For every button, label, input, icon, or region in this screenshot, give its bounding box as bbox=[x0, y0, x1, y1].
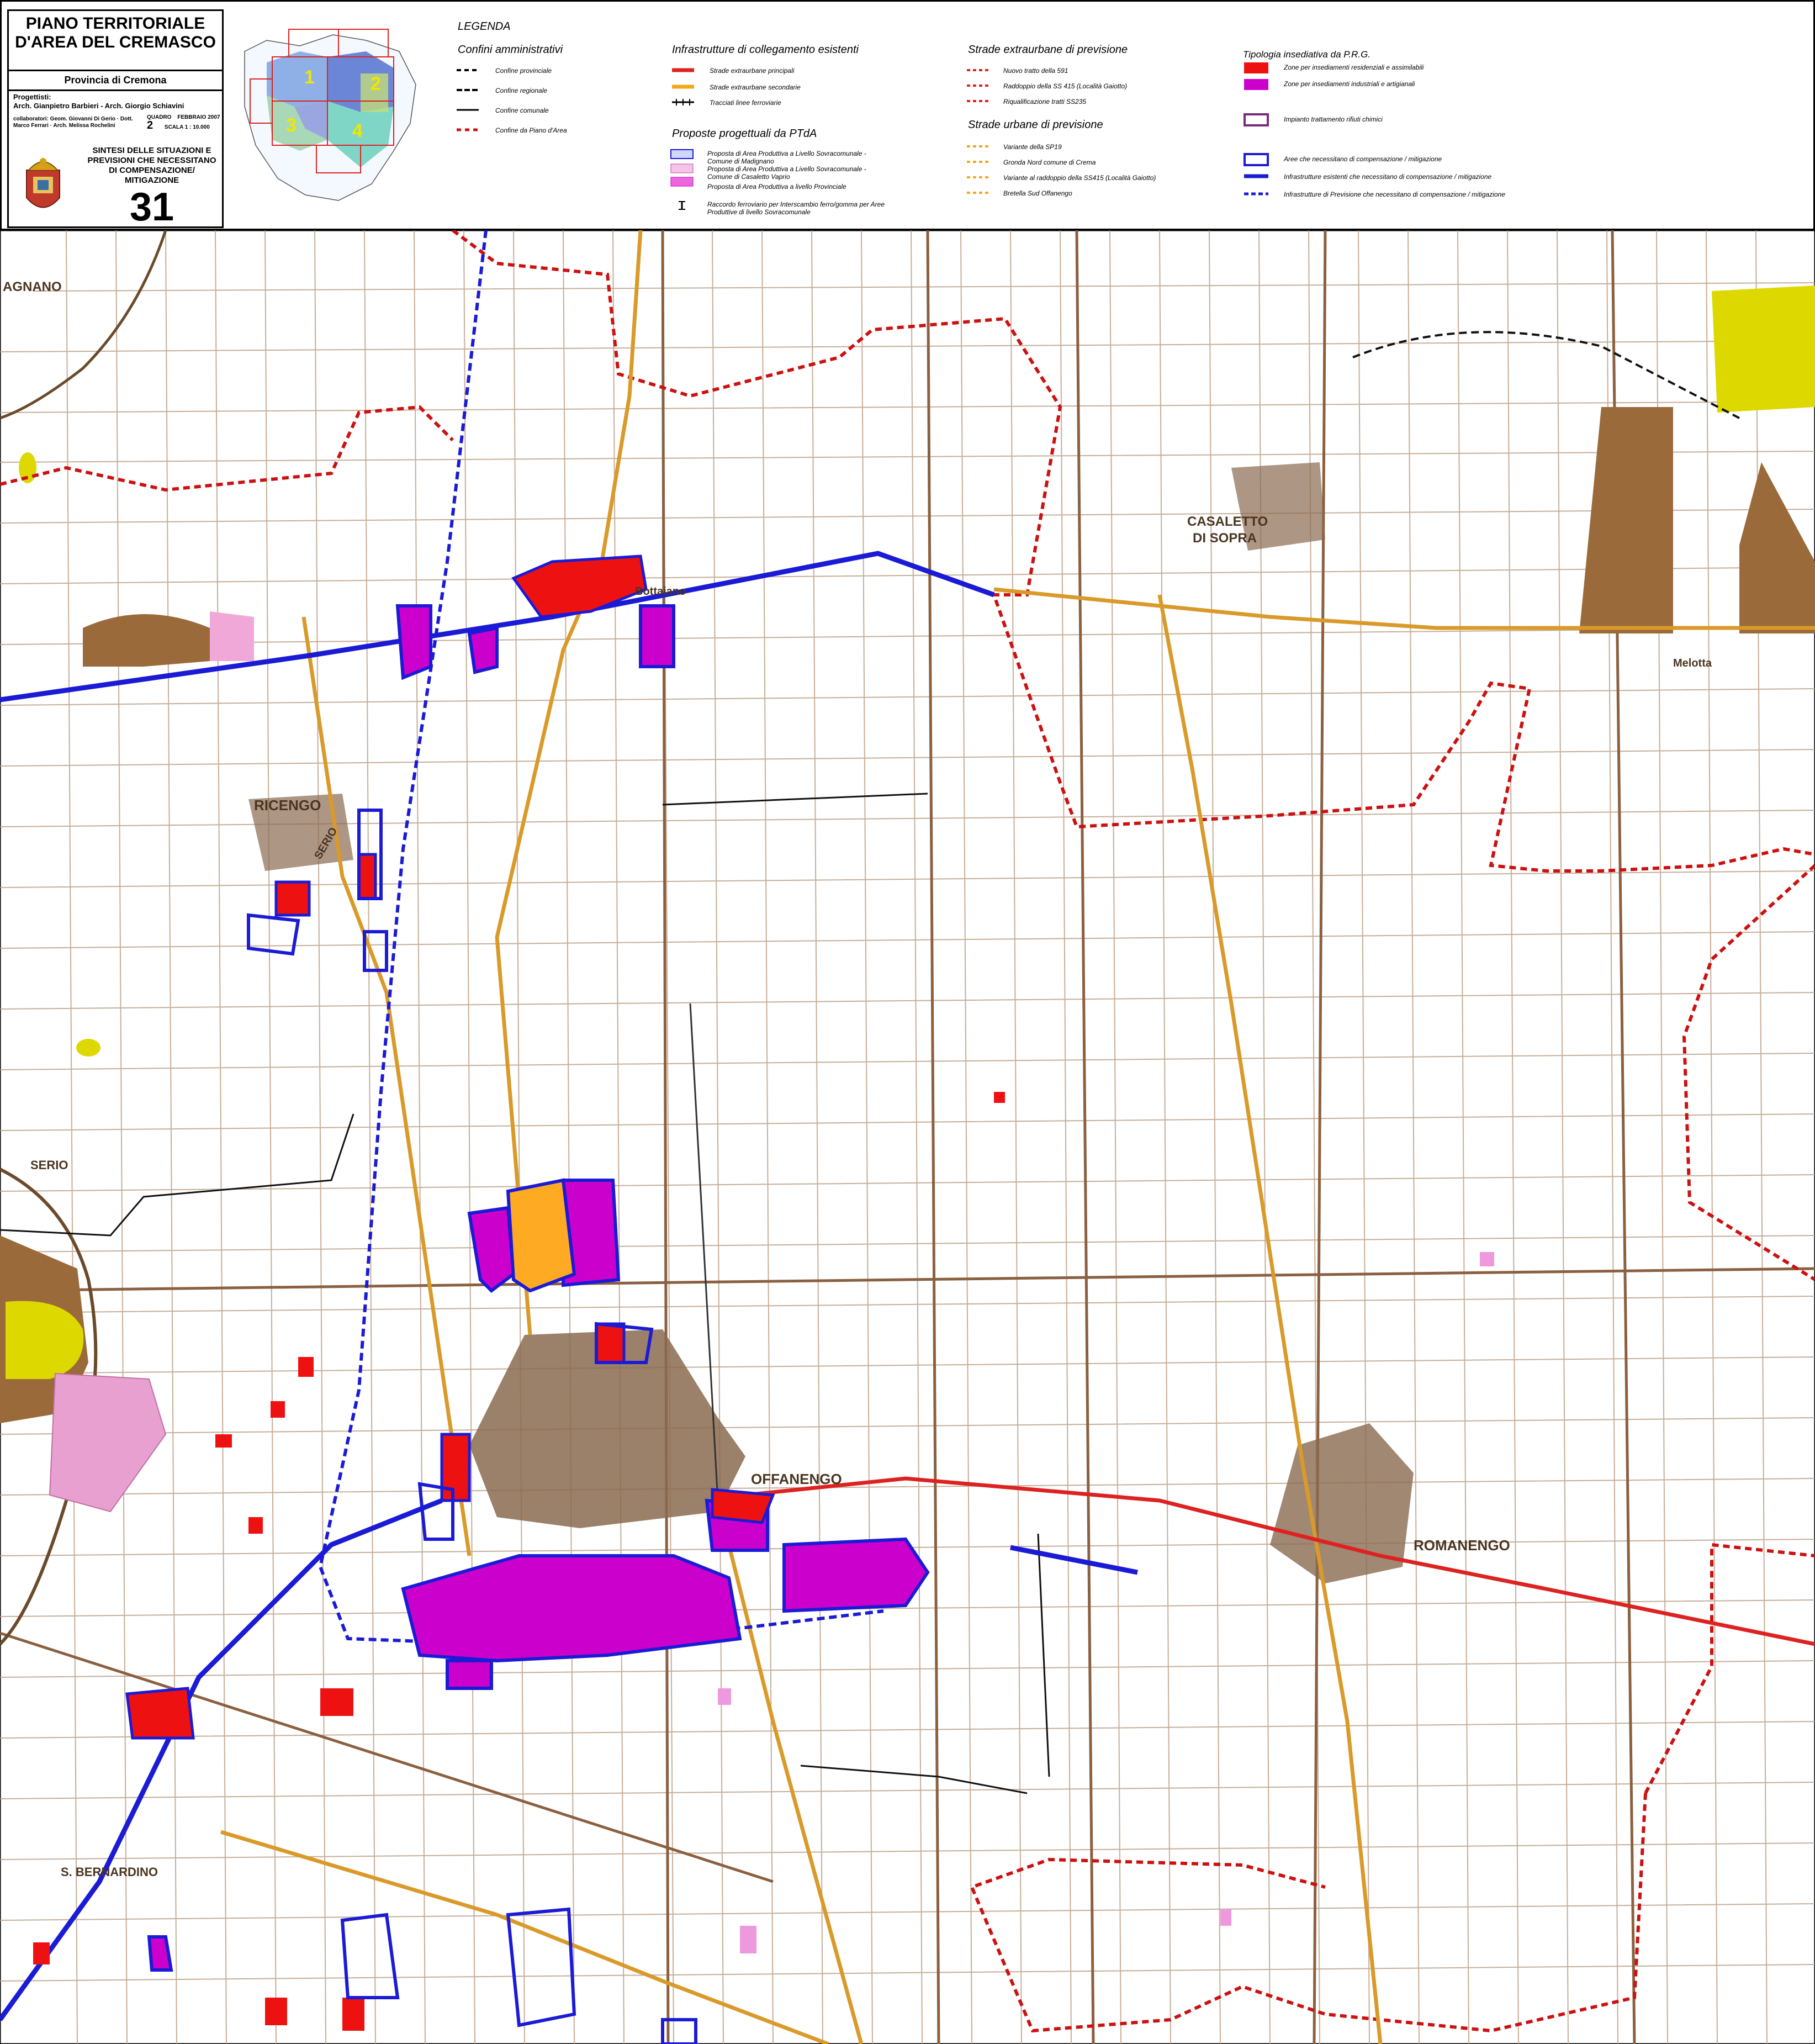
quadro-value: 2 bbox=[147, 119, 154, 131]
yellow-area-northeast bbox=[1712, 286, 1815, 413]
map-sheet: PIANO TERRITORIALE D'AREA DEL CREMASCO P… bbox=[0, 0, 1815, 2044]
label-bottaiano: Bottaiano bbox=[635, 585, 686, 598]
legend-urbane-previsione-swatches bbox=[967, 145, 989, 194]
label-s-bernardino: S. BERNARDINO bbox=[61, 1865, 158, 1879]
yellow-area-small-2 bbox=[76, 1039, 100, 1057]
legend-item-riqualificazione: Riqualificazione tratti SS235 bbox=[1003, 98, 1087, 105]
legend-item-variante-sp19: Variante della SP19 bbox=[1003, 143, 1062, 151]
subtitle-line-1: SINTESI DELLE SITUAZIONI E bbox=[92, 146, 211, 155]
label-ricengo: RICENGO bbox=[254, 797, 321, 814]
province-label: Provincia di Cremona bbox=[9, 70, 222, 91]
legend-item-strade-principali: Strade extraurbane principali bbox=[710, 67, 795, 75]
title-line-2: D'AREA DEL CREMASCO bbox=[15, 33, 216, 51]
legend-item-proposta-provinciale: Proposta di Area Produttiva a livello Pr… bbox=[707, 183, 846, 191]
legend-item-zone-residenziali: Zone per insediamenti residenziali e ass… bbox=[1284, 64, 1424, 71]
subtitle-line-2: PREVISIONI CHE NECESSITANO bbox=[87, 156, 216, 165]
legend-infrastrutture-swatches bbox=[672, 68, 694, 105]
legend-item-confine-comunale: Confine comunale bbox=[495, 107, 549, 114]
legend-item-bretella-sud: Bretella Sud Offanengo bbox=[1003, 189, 1072, 197]
key-map: 1 2 3 4 bbox=[244, 29, 416, 201]
legend-item-raccordo-ferroviario: Raccordo ferroviario per Interscambio fe… bbox=[707, 200, 885, 216]
pink-area-north bbox=[210, 611, 254, 661]
quadrant-4-label: 4 bbox=[352, 120, 363, 141]
quadrant-3-label: 3 bbox=[286, 115, 297, 136]
quadro-block: QUADRO FEBBRAIO 2007 2 SCALA 1 : 10.000 bbox=[147, 114, 220, 131]
subtitle-line-3: DI COMPENSAZIONE/ bbox=[109, 166, 195, 175]
label-melotta: Melotta bbox=[1673, 657, 1712, 669]
label-romanengo: ROMANENGO bbox=[1414, 1537, 1510, 1554]
legend-confini-swatches bbox=[457, 69, 479, 131]
legend-item-impianto-rifiuti: Impianto trattamento rifiuti chimici bbox=[1284, 115, 1383, 123]
legend-item-proposta-casaletto: Proposta di Area Produttiva a Livello So… bbox=[707, 165, 866, 181]
label-madignano: AGNANO bbox=[3, 279, 62, 294]
proposal-area-madignano bbox=[506, 1178, 576, 1293]
sheet-number: 31 bbox=[129, 185, 174, 229]
label-offanengo: OFFANENGO bbox=[751, 1471, 842, 1487]
legend-proposte-swatches bbox=[670, 149, 694, 210]
sheet-header: PIANO TERRITORIALE D'AREA DEL CREMASCO P… bbox=[0, 0, 1815, 230]
legend-item-proposta-madignano: Proposta di Area Produttiva a Livello So… bbox=[707, 150, 866, 165]
coat-of-arms-icon bbox=[26, 158, 60, 208]
legend-tipologia-swatches bbox=[1243, 62, 1269, 196]
sheet-subtitle: SINTESI DELLE SITUAZIONI E PREVISIONI CH… bbox=[81, 146, 223, 186]
quarry-area-west bbox=[83, 614, 210, 667]
legend-item-aree-compensazione: Aree che necessitano di compensazione / … bbox=[1284, 155, 1442, 163]
legend-item-confine-piano: Confine da Piano d'Area bbox=[495, 126, 567, 134]
legend-item-raddoppio-ss415: Raddoppio della SS 415 (Località Gaiotto… bbox=[1003, 82, 1128, 90]
legend-item-gronda-nord: Gronda Nord comune di Crema bbox=[1003, 159, 1096, 166]
designers-block: Progettisti: Arch. Gianpietro Barbieri -… bbox=[13, 93, 184, 110]
legend-item-ferrovie: Tracciati linee ferroviarie bbox=[710, 99, 781, 107]
quadrant-1-label: 1 bbox=[304, 67, 315, 88]
label-casaletto-line-2: DI SOPRA bbox=[1193, 531, 1257, 546]
legend-proposte-title: Proposte progettuali da PTdA bbox=[672, 128, 817, 140]
legend-infrastrutture-title: Infrastrutture di collegamento esistenti bbox=[672, 44, 859, 56]
legend-item-confine-provinciale: Confine provinciale bbox=[495, 67, 552, 75]
legend-extraurbane-previsione-swatches bbox=[967, 69, 989, 102]
date-label: FEBBRAIO 2007 bbox=[177, 114, 220, 120]
designers-label: Progettisti: bbox=[13, 93, 51, 101]
legend-item-zone-industriali: Zone per insediamenti industriali e arti… bbox=[1284, 80, 1415, 88]
legend-extraurbane-previsione-title: Strade extraurbane di previsione bbox=[968, 44, 1128, 56]
subtitle-line-4: MITIGAZIONE bbox=[124, 176, 179, 185]
scale-label: SCALA 1 : 10.000 bbox=[164, 124, 210, 130]
quadrant-2-label: 2 bbox=[371, 73, 381, 94]
legend-item-infrastrutture-previsione: Infrastrutture di Previsione che necessi… bbox=[1284, 191, 1505, 198]
legend-item-strade-secondarie: Strade extraurbane secondarie bbox=[710, 83, 801, 91]
legend-item-variante-raddoppio: Variante al raddoppio della SS415 (Local… bbox=[1003, 174, 1156, 182]
legend-item-confine-regionale: Confine regionale bbox=[495, 87, 548, 94]
title-line-1: PIANO TERRITORIALE bbox=[25, 14, 205, 33]
label-casaletto-line-1: CASALETTO bbox=[1187, 514, 1268, 529]
legend-tipologia-title: Tipologia insediativa da P.R.G. bbox=[1243, 49, 1371, 60]
sheet-title: PIANO TERRITORIALE D'AREA DEL CREMASCO bbox=[9, 14, 222, 52]
legend-urbane-previsione-title: Strade urbane di previsione bbox=[968, 119, 1103, 131]
map-area: RICENGO OFFANENGO ROMANENGO CASALETTO DI… bbox=[0, 230, 1815, 2044]
legend-confini-title: Confini amministrativi bbox=[458, 44, 563, 56]
legend-item-infrastrutture-esistenti: Infrastrutture esistenti che necessitano… bbox=[1284, 173, 1492, 181]
legend-item-nuovo-tratto: Nuovo tratto della 591 bbox=[1003, 67, 1068, 75]
legend-heading: LEGENDA bbox=[458, 20, 511, 33]
designers-names: Arch. Gianpietro Barbieri - Arch. Giorgi… bbox=[13, 102, 184, 110]
label-serio-river: SERIO bbox=[30, 1158, 68, 1172]
collaborators: collaboratori: Geom. Giovanni Di Gerio ·… bbox=[13, 116, 133, 129]
title-block: PIANO TERRITORIALE D'AREA DEL CREMASCO P… bbox=[7, 9, 224, 229]
